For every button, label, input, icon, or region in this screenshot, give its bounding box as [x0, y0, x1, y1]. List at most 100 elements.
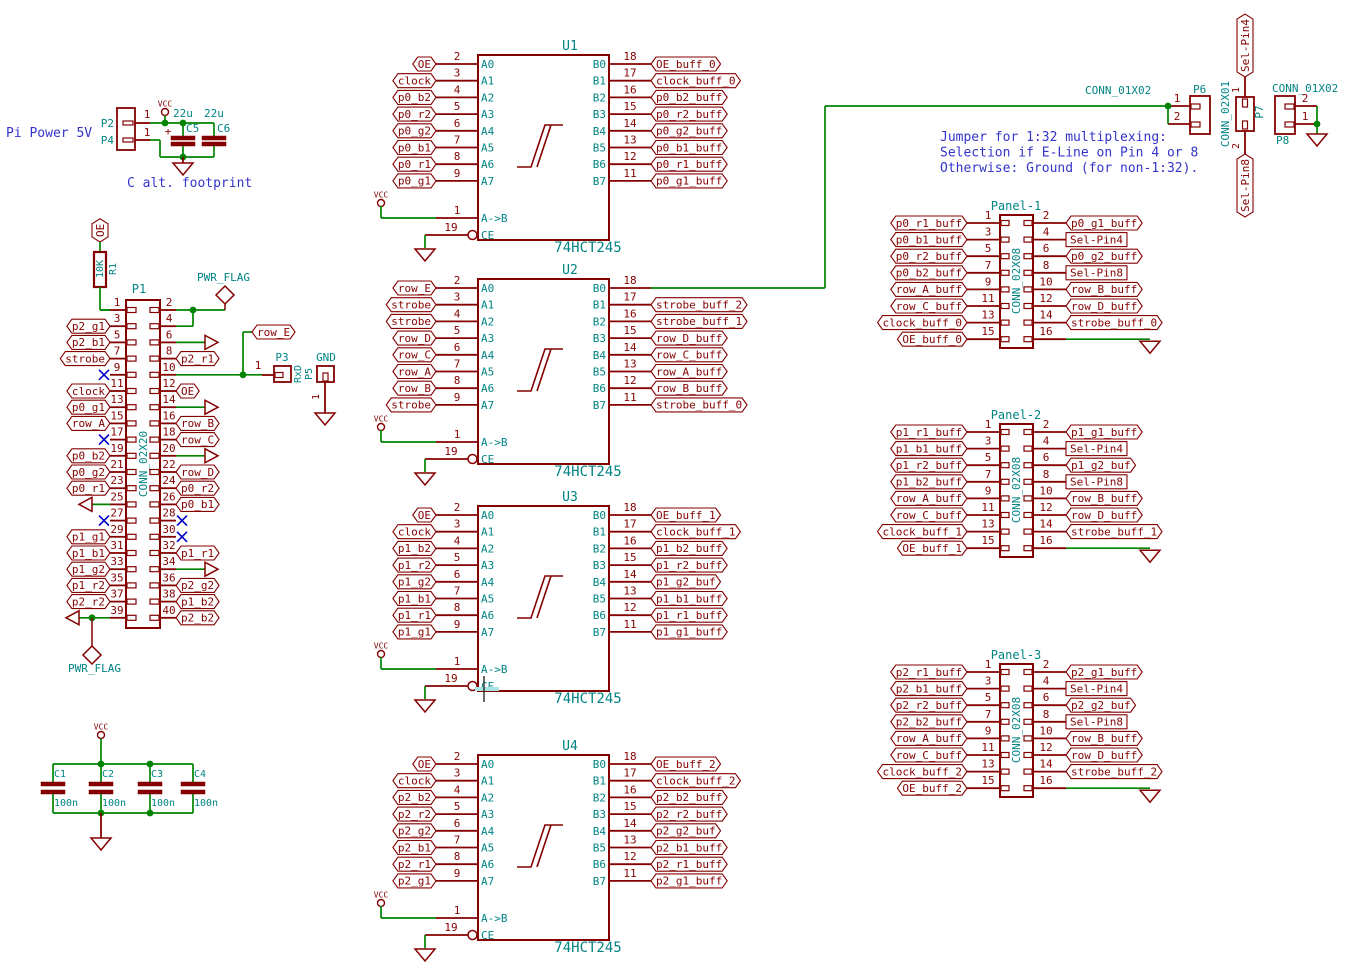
vcc-label: VCC [374, 891, 389, 900]
pin-number: 17 [623, 67, 636, 80]
net-label-text: row_A [398, 365, 431, 378]
pin-number: 9 [985, 724, 992, 737]
pin-number: 5 [454, 551, 461, 564]
net-label-text: p0_r2_buff [896, 250, 962, 263]
connector-body[interactable] [117, 108, 135, 150]
ic-ref: U3 [562, 490, 578, 505]
pin-notch [1024, 513, 1032, 518]
connector-body[interactable] [1236, 97, 1254, 131]
pin-number: 10 [1039, 484, 1052, 497]
pin-notch [1024, 254, 1032, 259]
gnd-symbol [173, 163, 193, 175]
schematic-page[interactable]: U174HCT2452A0OE18B0OE_buff_03A1clock17B1… [0, 0, 1354, 969]
capacitor-plate[interactable] [202, 142, 226, 146]
capacitor-plate[interactable] [89, 790, 113, 794]
pin-notch [1024, 287, 1032, 292]
net-label-text: p0_r2 [181, 482, 214, 495]
pin-name: A6 [481, 858, 494, 871]
net-label-text: p1_g2_buf [1071, 459, 1131, 472]
pin-number: 40 [162, 604, 175, 617]
pin-name: A7 [481, 399, 494, 412]
pin-number: 1 [311, 394, 322, 400]
capacitor-plate[interactable] [181, 790, 205, 794]
pin-notch [1024, 686, 1032, 691]
pwr-flag-symbol[interactable] [216, 286, 234, 304]
pin-notch [1001, 513, 1009, 518]
pin-number: 10 [1039, 724, 1052, 737]
connector-type: CONN_02X08 [1010, 457, 1023, 523]
net-label-text: OE_buff_0 [656, 58, 716, 71]
net-label-text: p2_g1_buff [656, 875, 722, 888]
capacitor-value: 22u [204, 107, 224, 120]
pin-notch [1001, 753, 1009, 758]
net-label-text: clock [398, 75, 431, 88]
capacitor-plate[interactable] [138, 790, 162, 794]
capacitor-plate[interactable] [181, 782, 205, 786]
gnd-symbol [1140, 341, 1160, 353]
net-label-text: row_A_buff [896, 492, 962, 505]
pin-notch [1001, 304, 1009, 309]
pin-notch [127, 340, 136, 345]
capacitor-plate[interactable] [138, 782, 162, 786]
pin-notch [1001, 670, 1009, 675]
pin-notch [1191, 104, 1200, 109]
pin-number: 13 [623, 358, 636, 371]
gnd-symbol [205, 562, 218, 576]
connector-body[interactable] [317, 366, 334, 382]
gnd-symbol [66, 611, 79, 625]
net-label-text: row_C_buff [896, 509, 962, 522]
net-label-text: p0_g2_buff [656, 125, 722, 138]
capacitor-plate[interactable] [89, 782, 113, 786]
pin-name: B6 [593, 382, 606, 395]
pin-number: 9 [454, 167, 461, 180]
pin-number: 1 [454, 428, 461, 441]
pin-notch [1024, 430, 1032, 435]
pin-number: 2 [166, 296, 173, 309]
pin-name: B0 [593, 509, 606, 522]
pin-number: 9 [985, 484, 992, 497]
pin-name: A->B [481, 663, 508, 676]
pin-name: A2 [481, 791, 494, 804]
gnd-symbol [1140, 550, 1160, 562]
pin-notch [1024, 753, 1032, 758]
net-label-text: clock_buff_0 [883, 316, 962, 329]
pin-notch [150, 405, 159, 410]
pin-name: CE [481, 929, 494, 942]
gnd-symbol [205, 400, 218, 414]
net-label-text: row_A [72, 417, 105, 430]
capacitor-plate[interactable] [41, 782, 65, 786]
pin-number: 30 [162, 523, 175, 536]
pin-notch [127, 308, 136, 313]
connector-body[interactable] [1275, 96, 1295, 134]
pin-name: A3 [481, 332, 494, 345]
pin-number: 18 [623, 501, 636, 514]
pin-number: 19 [110, 442, 123, 455]
pin-number: 12 [162, 377, 175, 390]
connector-body[interactable] [1190, 96, 1210, 134]
pin-name: CE [481, 229, 494, 242]
pin-number: 15 [981, 774, 994, 787]
net-label-text: p2_b2 [181, 612, 214, 625]
gnd-symbol [415, 949, 435, 961]
resistor-ref: R1 [108, 263, 119, 275]
capacitor-plate[interactable] [171, 136, 195, 140]
pin-notch [150, 372, 159, 377]
pin-number: 14 [623, 568, 637, 581]
net-label-text: row_C_buff [656, 349, 722, 362]
schematic-canvas: U174HCT2452A0OE18B0OE_buff_03A1clock17B1… [0, 0, 1354, 969]
pin-name: A4 [481, 349, 495, 362]
net-label-text: p2_g2_buf [1071, 699, 1131, 712]
pin-number: 16 [623, 307, 636, 320]
capacitor-plate[interactable] [171, 142, 195, 146]
pin-number: 4 [166, 312, 173, 325]
pin-name: A2 [481, 91, 494, 104]
pin-notch [127, 421, 136, 426]
pin-number: 7 [454, 585, 461, 598]
capacitor-plate[interactable] [202, 136, 226, 140]
capacitor-plate[interactable] [41, 790, 65, 794]
pin-notch [1024, 703, 1032, 708]
pin-number: 1 [985, 418, 992, 431]
vcc-symbol [378, 200, 385, 207]
vcc-symbol [378, 651, 385, 658]
pin-number: 18 [623, 50, 636, 63]
